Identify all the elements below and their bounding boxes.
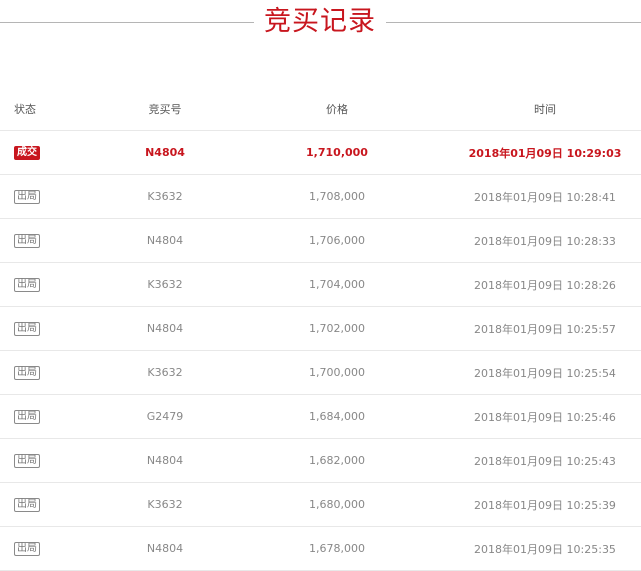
status-cell: 出局 (14, 263, 94, 306)
bid-price: 1,710,000 (306, 146, 368, 159)
status-cell: 出局 (14, 351, 94, 394)
bid-number: N4804 (146, 234, 184, 247)
bid-time: 2018年01月09日 10:28:41 (474, 190, 616, 204)
status-badge-out: 出局 (14, 189, 40, 204)
status-cell: 出局 (14, 307, 94, 350)
bid-time: 2018年01月09日 10:25:39 (474, 498, 616, 512)
bid-time: 2018年01月09日 10:25:54 (474, 366, 616, 380)
status-cell: 成交 (14, 131, 94, 174)
bid-price: 1,706,000 (309, 234, 365, 247)
bid-time: 2018年01月09日 10:25:35 (474, 542, 616, 556)
bid-time: 2018年01月09日 10:28:33 (474, 234, 616, 248)
bid-number: K3632 (147, 366, 183, 379)
bid-price: 1,678,000 (309, 542, 365, 555)
status-cell: 出局 (14, 175, 94, 218)
bid-records-table: 状态 竞买号 价格 时间 成交 N4804 1,710,000 2018年01月… (0, 88, 641, 571)
table-header-row: 状态 竞买号 价格 时间 (0, 88, 641, 131)
table-row: 出局 K3632 1,708,000 2018年01月09日 10:28:41 (0, 175, 641, 219)
title-divider-left (0, 22, 254, 23)
bid-number: K3632 (147, 498, 183, 511)
status-badge-out: 出局 (14, 453, 40, 468)
table-row: 出局 K3632 1,700,000 2018年01月09日 10:25:54 (0, 351, 641, 395)
table-row: 成交 N4804 1,710,000 2018年01月09日 10:29:03 (0, 131, 641, 175)
status-badge-out: 出局 (14, 321, 40, 336)
status-cell: 出局 (14, 219, 94, 262)
status-badge-out: 出局 (14, 409, 40, 424)
title-bar: 竞买记录 (0, 0, 641, 46)
header-status: 状态 (14, 103, 36, 116)
bid-price: 1,700,000 (309, 366, 365, 379)
status-badge-out: 出局 (14, 365, 40, 380)
bid-number: N4804 (146, 322, 184, 335)
status-badge-out: 出局 (14, 497, 40, 512)
status-cell: 出局 (14, 483, 94, 526)
bid-number: N4804 (146, 454, 184, 467)
table-row: 出局 N4804 1,702,000 2018年01月09日 10:25:57 (0, 307, 641, 351)
bid-time: 2018年01月09日 10:25:46 (474, 410, 616, 424)
bid-number: G2479 (146, 410, 184, 423)
bid-number: N4804 (145, 146, 185, 159)
bid-price: 1,702,000 (309, 322, 365, 335)
table-row: 出局 G2479 1,684,000 2018年01月09日 10:25:46 (0, 395, 641, 439)
bid-number: K3632 (147, 190, 183, 203)
title-divider-right (386, 22, 641, 23)
status-cell: 出局 (14, 527, 94, 570)
bid-time: 2018年01月09日 10:25:43 (474, 454, 616, 468)
status-badge-won: 成交 (14, 145, 40, 160)
bid-time: 2018年01月09日 10:29:03 (468, 146, 622, 160)
status-badge-out: 出局 (14, 541, 40, 556)
bid-number: K3632 (147, 278, 183, 291)
table-row: 出局 K3632 1,680,000 2018年01月09日 10:25:39 (0, 483, 641, 527)
bid-number: N4804 (146, 542, 184, 555)
table-row: 出局 N4804 1,678,000 2018年01月09日 10:25:35 (0, 527, 641, 571)
bid-time: 2018年01月09日 10:28:26 (474, 278, 616, 292)
bid-price: 1,708,000 (309, 190, 365, 203)
status-cell: 出局 (14, 439, 94, 482)
bid-time: 2018年01月09日 10:25:57 (474, 322, 616, 336)
page-title: 竞买记录 (264, 6, 376, 37)
table-row: 出局 N4804 1,706,000 2018年01月09日 10:28:33 (0, 219, 641, 263)
bid-price: 1,682,000 (309, 454, 365, 467)
bid-price: 1,704,000 (309, 278, 365, 291)
status-badge-out: 出局 (14, 277, 40, 292)
table-row: 出局 N4804 1,682,000 2018年01月09日 10:25:43 (0, 439, 641, 483)
header-price: 价格 (326, 103, 348, 116)
bid-price: 1,680,000 (309, 498, 365, 511)
bid-price: 1,684,000 (309, 410, 365, 423)
table-row: 出局 K3632 1,704,000 2018年01月09日 10:28:26 (0, 263, 641, 307)
header-bid-number: 竞买号 (148, 103, 182, 116)
header-time: 时间 (534, 103, 556, 116)
status-cell: 出局 (14, 395, 94, 438)
status-badge-out: 出局 (14, 233, 40, 248)
